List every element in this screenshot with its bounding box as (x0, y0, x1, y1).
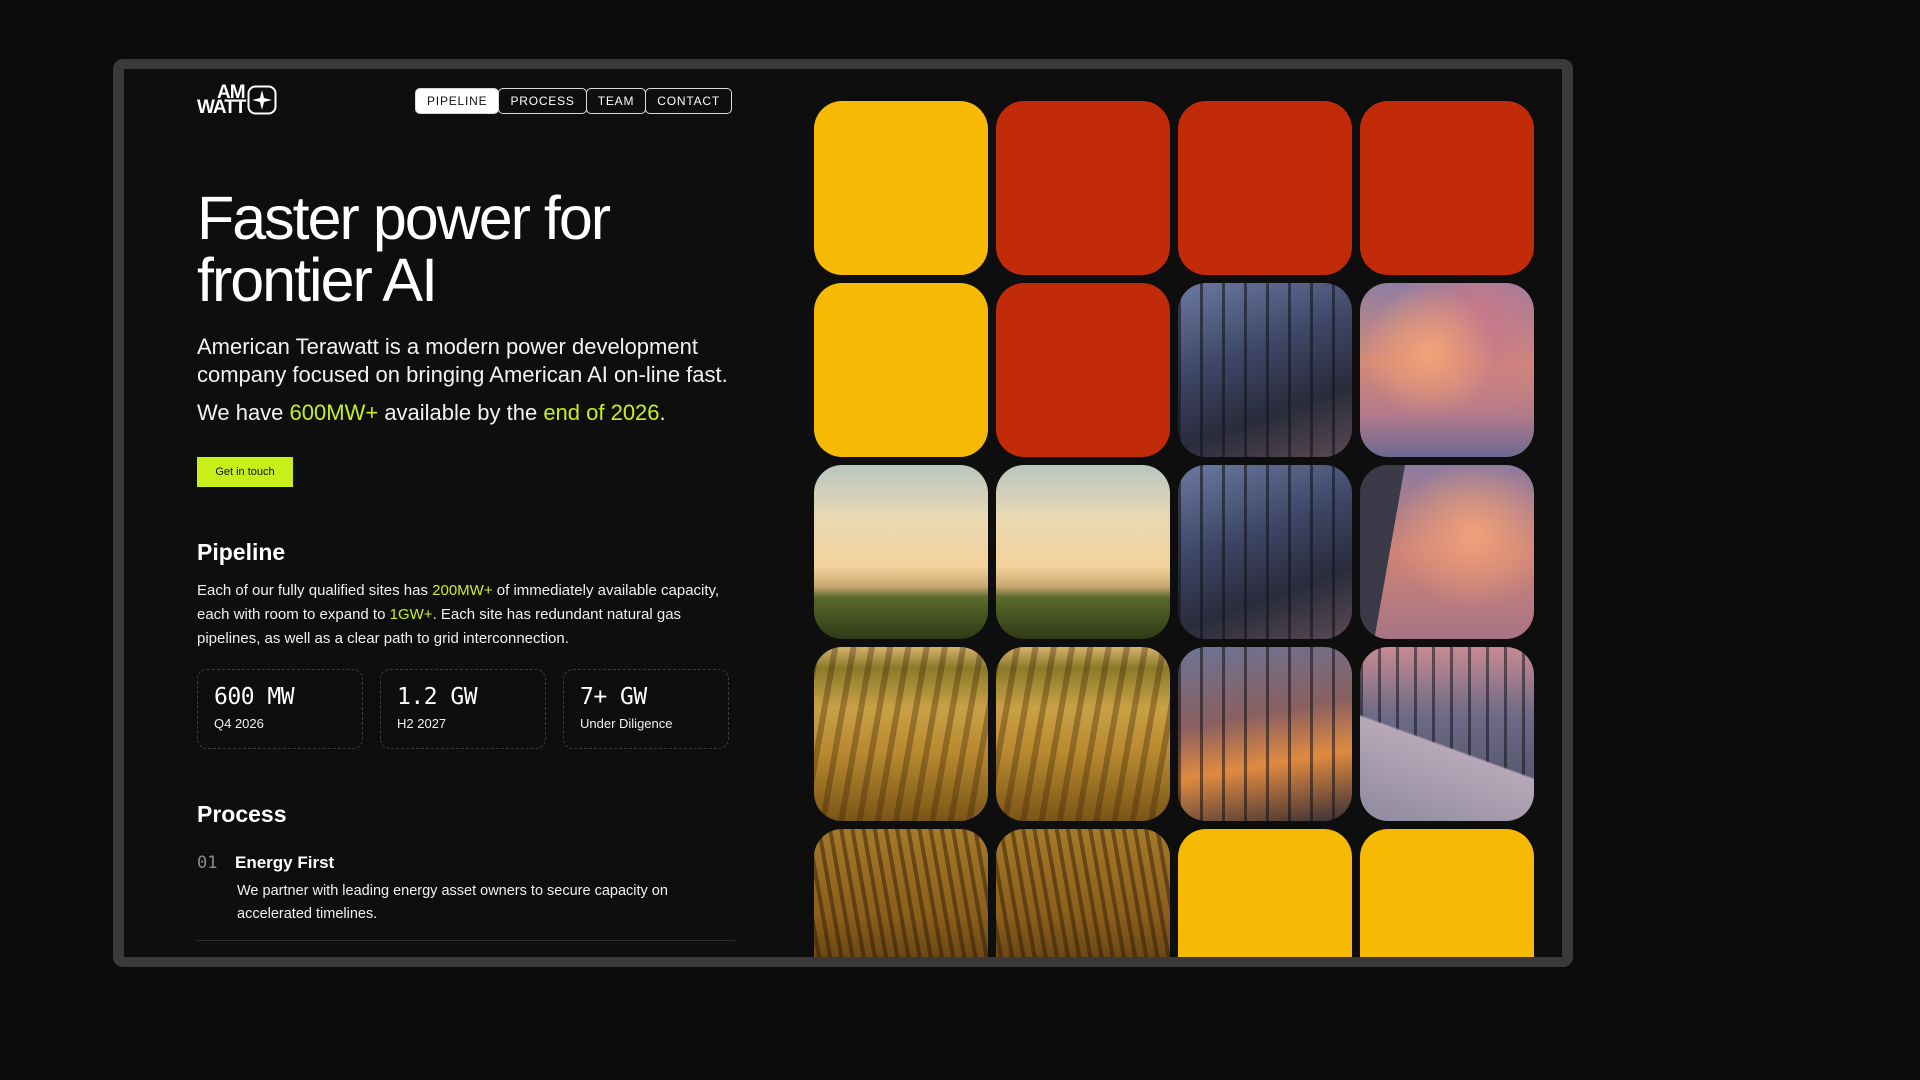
tile-field-low (996, 829, 1170, 957)
avail-date: end of 2026 (543, 400, 660, 425)
tile-clouds-bldg (1360, 465, 1534, 639)
tile-yellow (1178, 829, 1352, 957)
stat-label: Under Diligence (580, 716, 673, 731)
stat-value: 7+ GW (580, 684, 647, 710)
website-screen: AM WATT PIPELINE PROCESS TEAM CONTACT Fa… (124, 69, 1562, 957)
tile-yellow (1360, 829, 1534, 957)
tile-yellow (814, 101, 988, 275)
pipeline-body-hl2: 1GW+ (389, 606, 433, 623)
am-watt-logo[interactable]: AM WATT (197, 83, 277, 118)
tile-field-top (996, 465, 1170, 639)
step-title: Energy First (235, 853, 335, 872)
stat-value: 600 MW (214, 684, 295, 710)
tile-red (996, 101, 1170, 275)
logo-wordmark: AM WATT (197, 83, 246, 118)
nav-contact[interactable]: CONTACT (645, 88, 732, 114)
nav-team[interactable]: TEAM (585, 88, 647, 114)
step-divider (197, 940, 735, 941)
avail-amount: 600MW+ (289, 400, 379, 425)
stat-card: 600 MW Q4 2026 (197, 669, 363, 749)
stat-card: 1.2 GW H2 2027 (380, 669, 546, 749)
tile-red (996, 283, 1170, 457)
image-tile-grid (814, 101, 1534, 957)
tile-field-low (814, 829, 988, 957)
nav-process[interactable]: PROCESS (498, 88, 587, 114)
step-number: 01 (197, 853, 218, 873)
stat-card: 7+ GW Under Diligence (563, 669, 729, 749)
pipeline-body-pre: Each of our fully qualified sites has (197, 582, 433, 599)
tile-building-warm (1178, 647, 1352, 821)
tile-building (1178, 465, 1352, 639)
logo-line-2: WATT (197, 97, 246, 118)
avail-pre: We have (197, 400, 290, 425)
avail-post: . (659, 400, 666, 425)
hero-title: Faster power for frontier AI (197, 187, 757, 311)
get-in-touch-button[interactable]: Get in touch (197, 457, 293, 487)
tile-field-mid (996, 647, 1170, 821)
pipeline-stats: 600 MW Q4 2026 1.2 GW H2 2027 7+ GW Unde… (197, 669, 746, 749)
tile-field-mid (814, 647, 988, 821)
tile-field-top (814, 465, 988, 639)
stat-value: 1.2 GW (397, 684, 478, 710)
hero-title-line-1: Faster power for (197, 184, 611, 252)
tile-red (1360, 101, 1534, 275)
tile-building (1178, 283, 1352, 457)
pipeline-heading: Pipeline (197, 539, 286, 565)
step-description: We partner with leading energy asset own… (237, 883, 668, 922)
hero-description: American Terawatt is a modern power deve… (197, 334, 728, 387)
stat-label: H2 2027 (397, 716, 447, 731)
tile-clouds (1360, 283, 1534, 457)
logo-compass-icon (247, 85, 277, 115)
hero-title-line-2: frontier AI (197, 246, 438, 314)
availability-statement: We have 600MW+ available by the end of 2… (197, 399, 757, 427)
tile-yellow (814, 283, 988, 457)
pipeline-body-hl1: 200MW+ (432, 582, 493, 599)
avail-mid: available by the (378, 400, 544, 425)
tile-walkway (1360, 647, 1534, 821)
pipeline-description: Each of our fully qualified sites has 20… (197, 579, 747, 651)
top-nav: PIPELINE PROCESS TEAM CONTACT (415, 88, 732, 114)
nav-pipeline[interactable]: PIPELINE (415, 88, 500, 114)
tile-red (1178, 101, 1352, 275)
stat-label: Q4 2026 (214, 716, 264, 731)
process-heading: Process (197, 801, 287, 827)
